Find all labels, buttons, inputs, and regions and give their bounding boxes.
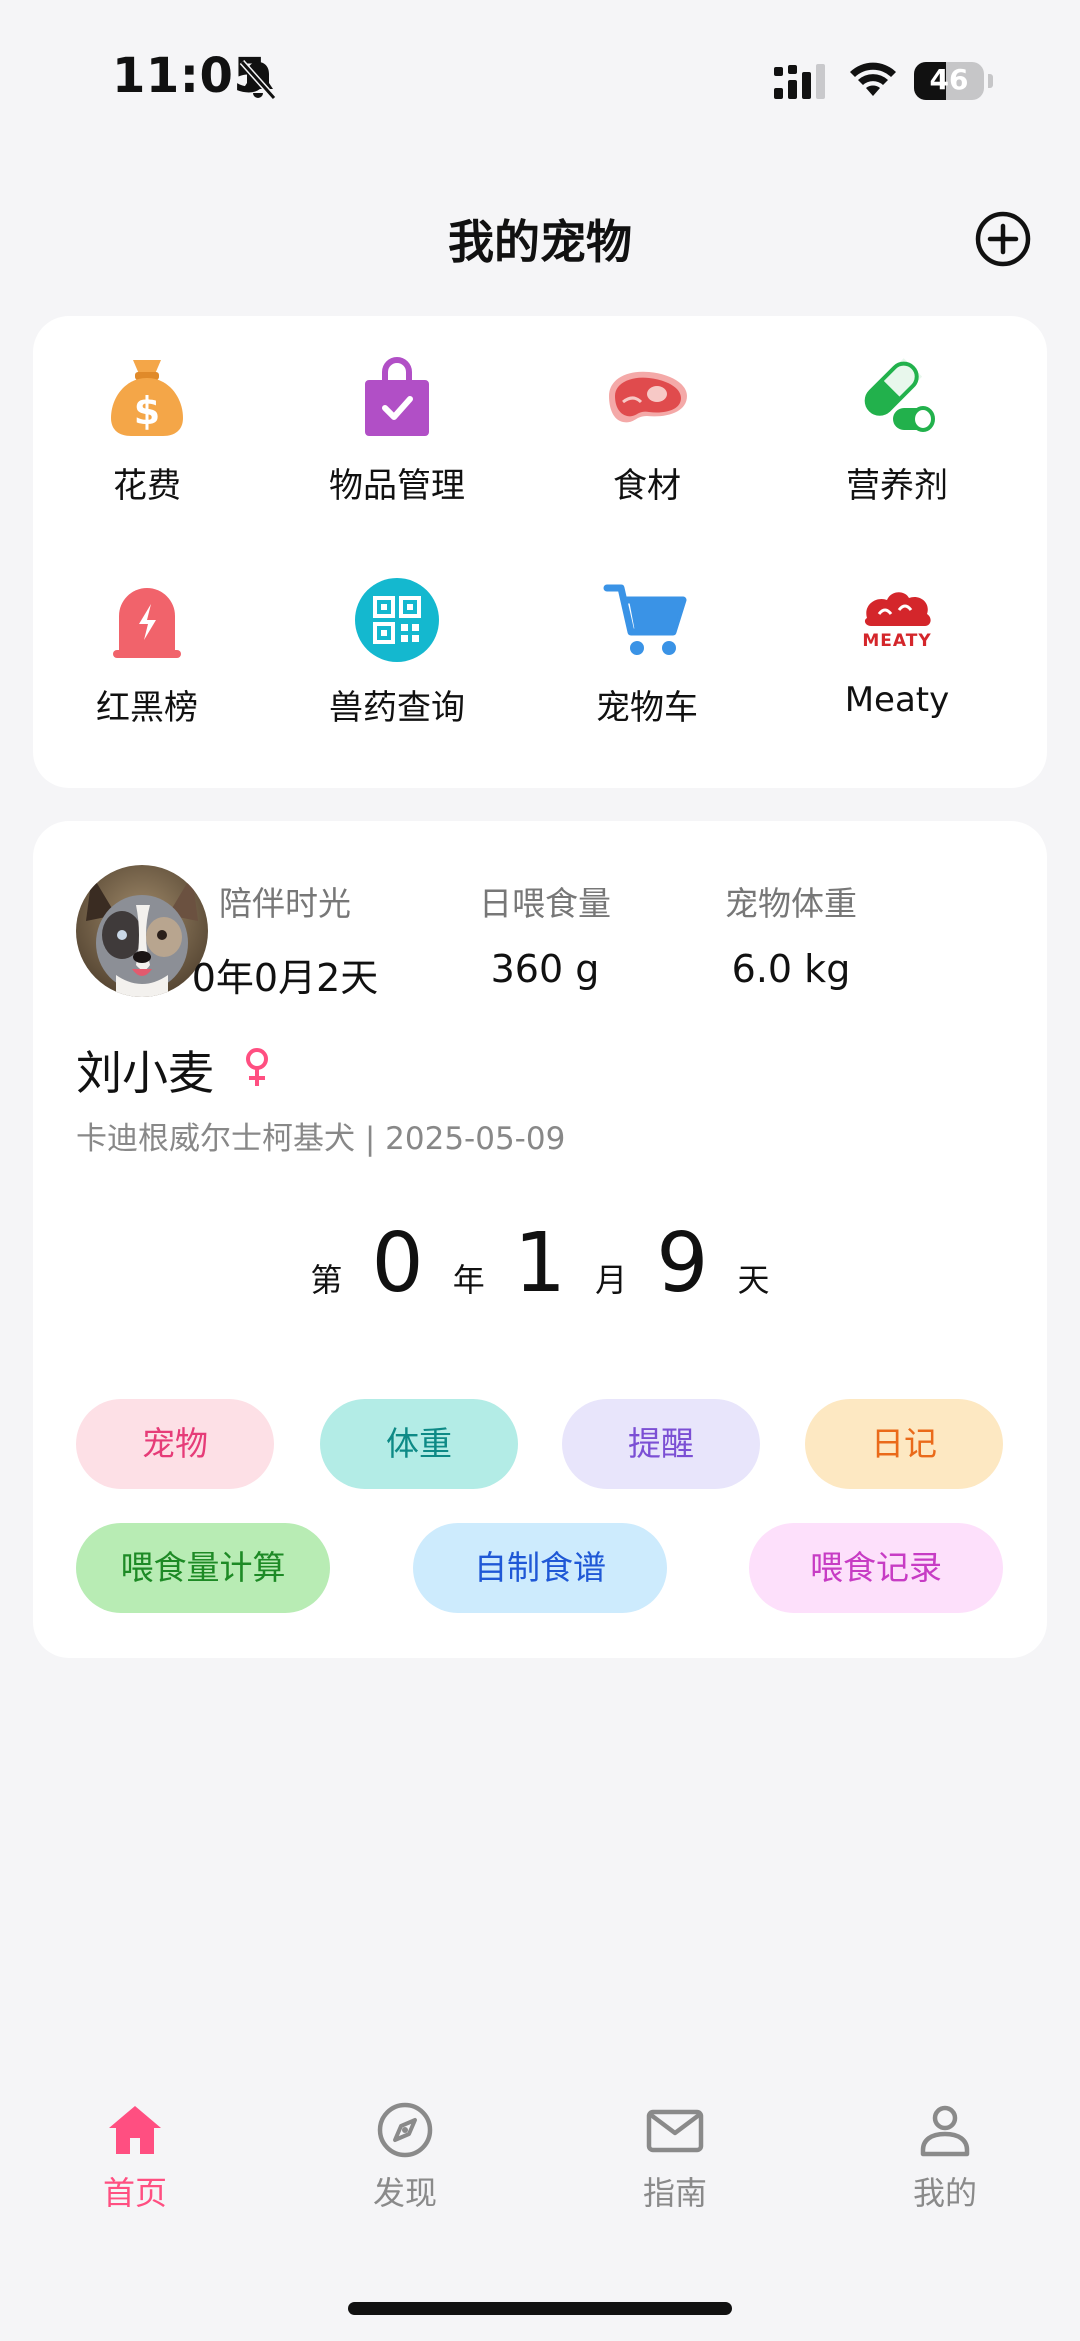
stat-weight: 宠物体重 6.0 kg — [671, 877, 911, 991]
feature-supplements[interactable]: 营养剂 — [787, 352, 1007, 542]
nav-label: 发现 — [372, 2174, 437, 2212]
age-prefix: 第 — [310, 1261, 343, 1299]
feature-ingredients[interactable]: 食材 — [537, 352, 757, 542]
svg-text:$: $ — [134, 389, 160, 433]
feature-label: 宠物车 — [596, 688, 698, 728]
weight-button[interactable]: 体重 — [320, 1399, 518, 1489]
nav-home[interactable]: 首页 — [35, 2100, 235, 2214]
pet-name: 刘小麦 — [76, 1046, 214, 1100]
feature-label: 花费 — [113, 466, 181, 506]
shopping-bag-icon — [365, 357, 429, 436]
nav-profile[interactable]: 我的 — [845, 2100, 1045, 2214]
svg-text:MEATY: MEATY — [862, 631, 931, 651]
stat-value: 6.0 kg — [731, 947, 851, 991]
cart-icon — [603, 584, 687, 655]
pet-breed-birthday: 卡迪根威尔士柯基犬 | 2025-05-09 — [76, 1121, 566, 1157]
stat-daily-feeding: 日喂食量 360 g — [425, 877, 665, 991]
battery-level: 46 — [929, 63, 969, 96]
qr-code-icon — [355, 578, 439, 662]
page-title: 我的宠物 — [448, 215, 632, 269]
alert-bell-icon — [113, 588, 181, 658]
stat-value: 360 g — [490, 947, 600, 991]
meat-icon — [609, 371, 687, 423]
nav-label: 首页 — [102, 2174, 167, 2212]
pet-button[interactable]: 宠物 — [76, 1399, 274, 1489]
age-day-unit: 天 — [737, 1261, 770, 1299]
meaty-logo-icon: MEATY — [862, 592, 931, 651]
age-months: 1 — [513, 1216, 567, 1311]
feature-label: Meaty — [844, 680, 950, 720]
pet-age-counter: 第 0 年 1 月 9 天 — [33, 1216, 1047, 1311]
diary-button[interactable]: 日记 — [805, 1399, 1003, 1489]
reminder-button[interactable]: 提醒 — [562, 1399, 760, 1489]
profile-icon — [920, 2105, 970, 2157]
feeding-calculator-button[interactable]: 喂食量计算 — [76, 1523, 330, 1613]
home-icon — [109, 2106, 161, 2154]
feature-pet-cart[interactable]: 宠物车 — [537, 574, 757, 764]
age-days: 9 — [656, 1216, 709, 1311]
feature-label: 兽药查询 — [329, 688, 465, 728]
stat-label: 陪伴时光 — [219, 884, 351, 923]
feeding-records-button[interactable]: 喂食记录 — [749, 1523, 1003, 1613]
features-card: $ 花费 物品管理 食材 营养剂 红黑榜 兽药查询 宠物车 MEATY Meat… — [33, 316, 1047, 788]
feature-expense[interactable]: $ 花费 — [37, 352, 257, 542]
homemade-recipes-button[interactable]: 自制食谱 — [413, 1523, 667, 1613]
compass-icon — [377, 2102, 433, 2158]
feature-label: 物品管理 — [329, 466, 465, 506]
nav-guide[interactable]: 指南 — [575, 2100, 775, 2214]
feature-item-management[interactable]: 物品管理 — [287, 352, 507, 542]
feature-vet-drug-search[interactable]: 兽药查询 — [287, 574, 507, 764]
nav-discover[interactable]: 发现 — [305, 2100, 505, 2214]
stat-companionship: 陪伴时光 0年0月2天 — [165, 877, 405, 1002]
age-month-unit: 月 — [595, 1261, 628, 1299]
age-year-unit: 年 — [452, 1261, 485, 1299]
nav-label: 指南 — [642, 2174, 707, 2212]
stat-value: 0年0月2天 — [191, 956, 379, 1000]
add-pet-button[interactable] — [974, 210, 1032, 268]
bell-muted-icon — [239, 60, 277, 100]
female-gender-icon — [246, 1048, 268, 1086]
nav-label: 我的 — [912, 2174, 977, 2212]
age-years: 0 — [371, 1216, 424, 1311]
home-indicator[interactable] — [348, 2302, 732, 2315]
feature-label: 红黑榜 — [96, 688, 198, 728]
status-bar: 11:05 46 — [0, 0, 1080, 160]
pet-card: 陪伴时光 0年0月2天 日喂食量 360 g 宠物体重 6.0 kg 刘小麦 卡… — [33, 821, 1047, 1658]
stat-label: 宠物体重 — [725, 884, 857, 923]
mail-icon — [646, 2109, 704, 2153]
feature-label: 食材 — [613, 466, 681, 506]
stat-label: 日喂食量 — [479, 884, 611, 923]
feature-meaty[interactable]: MEATY Meaty — [787, 574, 1007, 764]
bottom-nav: 首页 发现 指南 我的 — [0, 2100, 1080, 2240]
cellular-signal-icon — [774, 64, 825, 99]
pill-icon — [864, 358, 935, 432]
feature-red-black-list[interactable]: 红黑榜 — [37, 574, 257, 764]
money-bag-icon: $ — [111, 360, 183, 436]
battery-indicator: 46 — [914, 62, 993, 100]
wifi-icon — [850, 62, 896, 96]
feature-label: 营养剂 — [846, 466, 948, 506]
